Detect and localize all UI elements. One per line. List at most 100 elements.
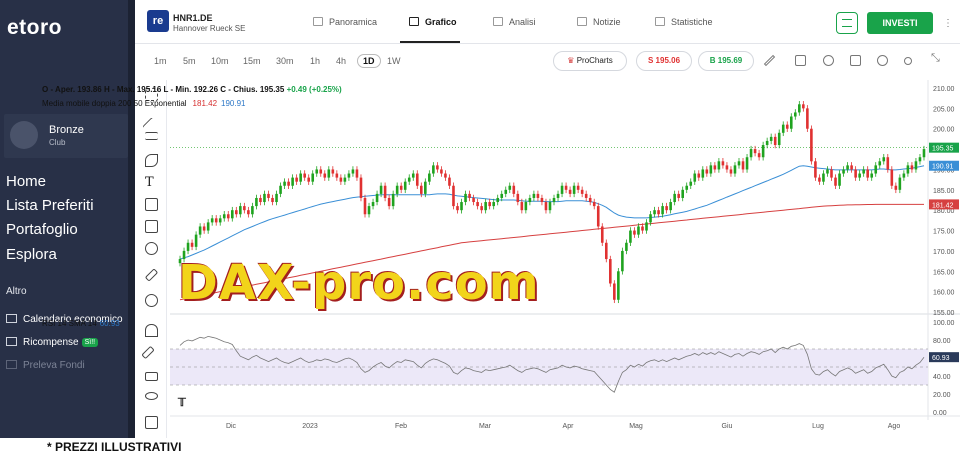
tf-1m[interactable]: 1m (154, 56, 167, 66)
share-icon[interactable] (904, 57, 912, 65)
candle-body (753, 149, 757, 154)
tf-1w[interactable]: 1W (387, 56, 401, 66)
candle-body (343, 177, 347, 182)
more-icon[interactable]: ⋮ (943, 18, 953, 29)
rsi-label: RSI 14 SMA 14 (42, 319, 97, 328)
candle-body (371, 202, 375, 207)
emoji-icon[interactable] (145, 242, 158, 255)
ruler-icon[interactable] (144, 268, 159, 282)
tab-statistiche[interactable]: Statistiche (655, 17, 713, 27)
candle-body (468, 193, 471, 198)
overview-icon (313, 17, 323, 26)
buy-button[interactable]: B 195.69 (698, 51, 754, 71)
settings-icon[interactable] (823, 55, 834, 66)
club-badge[interactable]: Bronze Club (4, 114, 128, 158)
nav-watchlist[interactable]: Lista Preferiti (6, 197, 94, 214)
invest-button[interactable]: INVESTI (867, 12, 933, 34)
tf-4h[interactable]: 4h (336, 56, 346, 66)
tf-1h[interactable]: 1h (310, 56, 320, 66)
bars-icon[interactable] (850, 55, 861, 66)
candle-body (287, 181, 290, 186)
tab-panoramica[interactable]: Panoramica (313, 17, 377, 27)
zoom-icon[interactable] (145, 294, 158, 307)
candle-body (202, 226, 206, 231)
indicators-icon[interactable] (795, 55, 806, 66)
instrument-logo: re (147, 10, 169, 32)
candle-body (540, 197, 544, 203)
rewards-badge: Sì!! (81, 338, 99, 347)
magnet-icon[interactable] (145, 324, 158, 337)
add-icon[interactable] (877, 55, 888, 66)
tab-analisi[interactable]: Analisi (493, 17, 536, 27)
candle-body (395, 185, 399, 194)
pencil-lock-icon[interactable] (141, 345, 155, 360)
brush-icon[interactable] (145, 154, 158, 167)
candle-body (826, 169, 829, 174)
candle-body (415, 173, 419, 186)
procharts-button[interactable]: ♛ ProCharts (553, 51, 627, 71)
trash-icon[interactable] (145, 416, 158, 429)
candle-body (235, 210, 238, 215)
candle-body (741, 161, 745, 170)
rsi-value: 60.93 (99, 319, 120, 328)
candle-body (604, 242, 608, 260)
tf-30m[interactable]: 30m (276, 56, 294, 66)
candle-body (283, 181, 286, 186)
time-tick-label: Mar (479, 423, 492, 430)
candle-body (717, 161, 721, 170)
sell-button[interactable]: S 195.06 (636, 51, 692, 71)
etoro-logo[interactable]: etoro (7, 16, 62, 40)
tf-5m[interactable]: 5m (183, 56, 196, 66)
candle-body (226, 214, 230, 219)
horizontal-lines-icon[interactable] (145, 132, 158, 140)
fib-icon[interactable] (145, 220, 158, 233)
candle-body (802, 104, 805, 109)
nav-portfolio[interactable]: Portafoglio (6, 221, 78, 238)
disclaimer-bar: * PREZZI ILLUSTRATIVI (0, 438, 960, 456)
candle-body (186, 242, 190, 251)
time-tick-label: Mag (629, 423, 643, 430)
candle-body (259, 197, 262, 203)
eye-icon[interactable] (145, 392, 158, 400)
candle-body (785, 124, 789, 129)
procharts-label: ProCharts (576, 56, 613, 65)
candle-body (568, 189, 572, 194)
price-axis-tag-label: 190.91 (932, 164, 954, 171)
tf-10m[interactable]: 10m (211, 56, 229, 66)
candle-body (536, 193, 540, 198)
collapse-icon[interactable]: ⤡ (931, 52, 942, 64)
rewards-icon (6, 337, 17, 346)
club-name: Bronze (49, 124, 84, 136)
nav-explore[interactable]: Esplora (6, 246, 57, 263)
candle-body (673, 193, 676, 203)
candle-body (194, 234, 198, 247)
candle-body (584, 193, 588, 198)
instrument-header: re HNR1.DE Hannover Rueck SE Panoramica … (135, 0, 960, 44)
lock-icon[interactable] (145, 372, 158, 381)
candle-body (882, 157, 886, 162)
news-icon (577, 17, 587, 26)
menu-rewards[interactable]: Ricompense Sì!! (6, 337, 99, 348)
tab-grafico[interactable]: Grafico (409, 17, 457, 27)
candle-body (528, 197, 532, 203)
draw-icon[interactable] (763, 54, 776, 67)
menu-withdraw[interactable]: Preleva Fondi (6, 360, 85, 371)
tf-1d[interactable]: 1D (357, 54, 381, 68)
pattern-icon[interactable] (145, 198, 158, 211)
candle-body (806, 108, 809, 129)
tf-15m[interactable]: 15m (243, 56, 261, 66)
candle-body (697, 173, 701, 178)
candle-body (866, 169, 869, 178)
rsi-axis-tag-label: 60.93 (932, 355, 950, 362)
text-icon[interactable]: T (145, 176, 158, 189)
nav-home[interactable]: Home (6, 173, 46, 190)
candle-body (761, 145, 765, 158)
watchlist-button[interactable] (836, 12, 858, 34)
price-tick-label: 210.00 (933, 86, 955, 93)
instrument-name: Hannover Rueck SE (173, 24, 246, 33)
sidebar-scrollbar[interactable] (128, 0, 135, 438)
candle-body (777, 132, 781, 146)
candle-body (222, 214, 226, 219)
candle-body (339, 177, 343, 182)
tab-notizie[interactable]: Notizie (577, 17, 621, 27)
